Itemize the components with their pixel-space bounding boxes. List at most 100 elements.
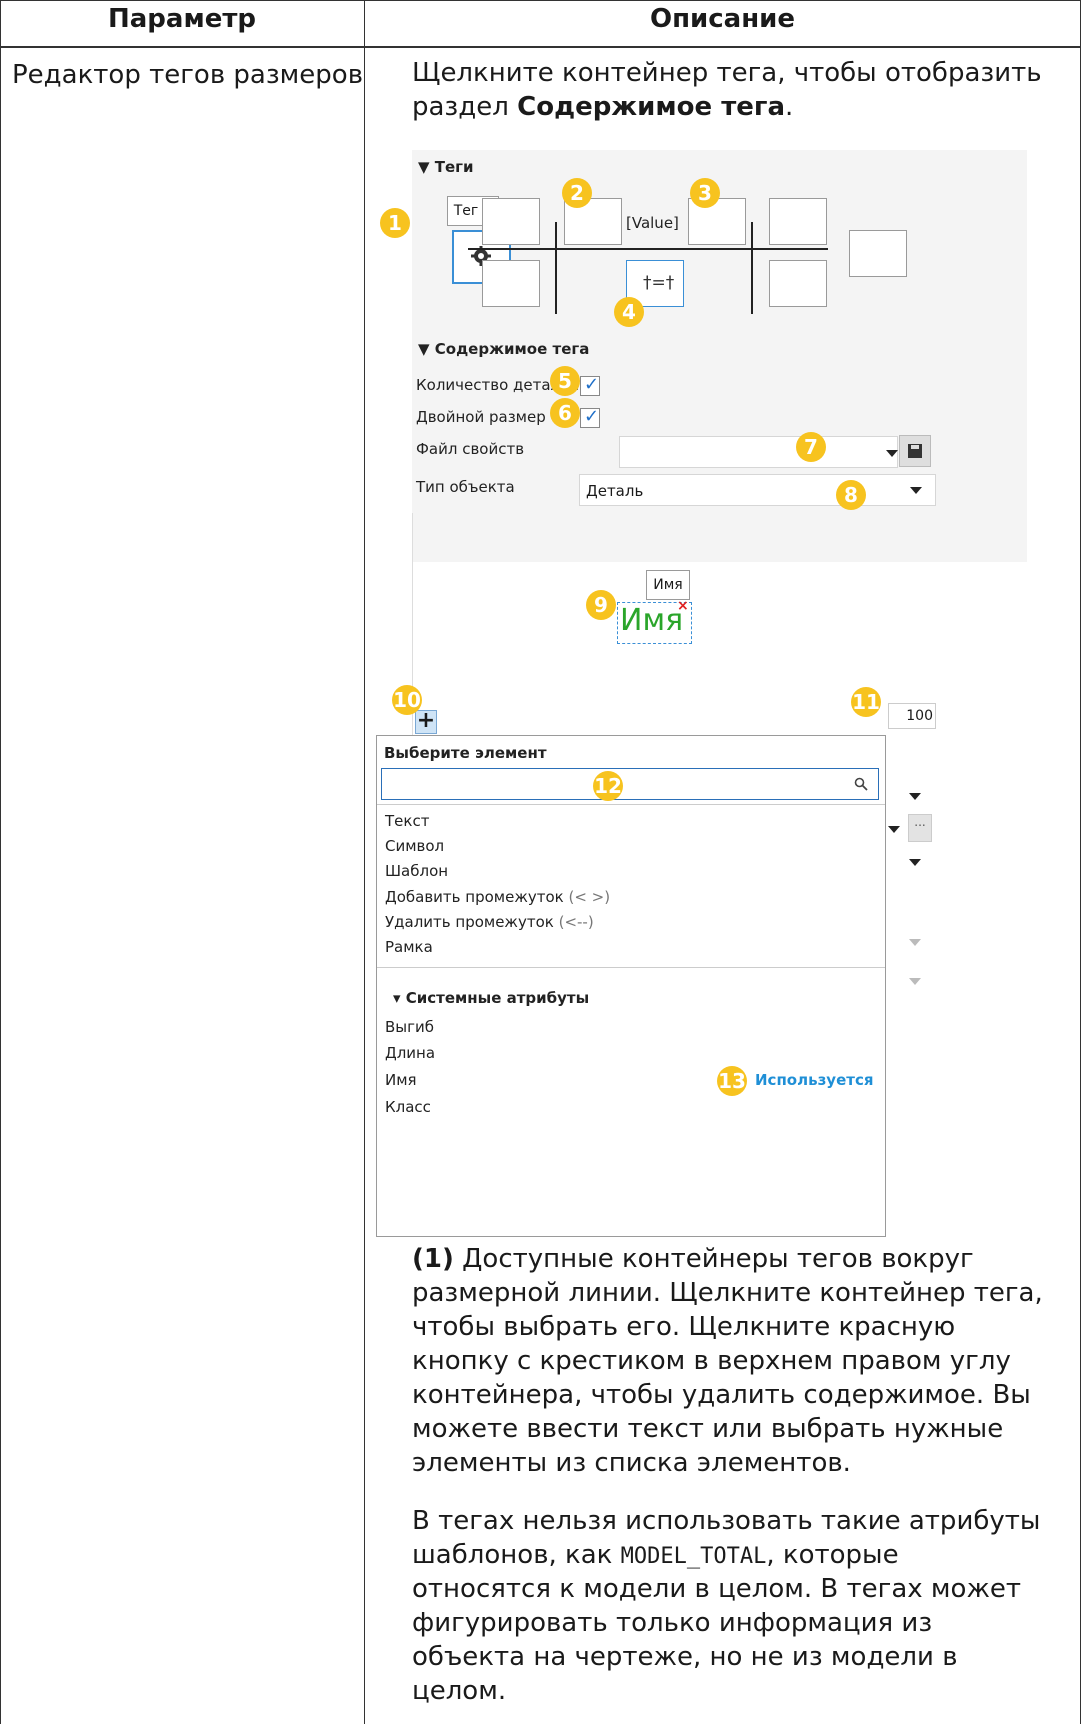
table-border-left xyxy=(0,0,1,1724)
paragraph-2-suffix: , которые xyxy=(766,1540,899,1570)
intro-bold-section: Содержимое тега xyxy=(517,92,786,122)
chevron-down-icon xyxy=(909,859,921,866)
paragraph-1-line-2: размерной линии. Щелкните контейнер тега… xyxy=(412,1278,1043,1308)
check-icon: ✓ xyxy=(584,406,600,427)
value-placeholder: [Value] xyxy=(626,214,679,232)
name-preview-text: Имя xyxy=(620,603,684,638)
chevron-down-icon xyxy=(909,793,921,800)
element-item-template[interactable]: Шаблон xyxy=(385,862,448,880)
paragraph-1-line-4: кнопку с крестиком в верхнем правом углу xyxy=(412,1346,1011,1376)
intro-prefix: раздел xyxy=(412,92,518,122)
header-description: Описание xyxy=(649,4,796,34)
dimension-tag-editor-screenshot: ▼ Теги Тег B × [Value] xyxy=(376,150,1027,1237)
badge-5: 5 xyxy=(550,366,580,396)
column-divider xyxy=(364,0,365,1724)
badge-9: 9 xyxy=(586,590,616,620)
part-count-checkbox[interactable]: ✓ xyxy=(580,374,600,396)
badge-8: 8 xyxy=(836,480,866,510)
tag-container-end[interactable] xyxy=(849,230,907,277)
paragraph-1-line-1: (1) Доступные контейнеры тегов вокруг xyxy=(412,1242,974,1276)
paragraph-1-line-3: чтобы выбрать его. Щелкните красную xyxy=(412,1312,956,1342)
zoom-value: 100 % xyxy=(906,708,933,724)
chevron-down-icon xyxy=(910,487,922,494)
element-item-text[interactable]: Текст xyxy=(385,812,429,830)
badge-12: 12 xyxy=(593,771,623,801)
system-attributes-header[interactable]: ▾ Системные атрибуты xyxy=(393,989,589,1007)
object-type-value: Деталь xyxy=(586,482,644,500)
badge-1: 1 xyxy=(380,208,410,238)
properties-file-label: Файл свойств xyxy=(416,440,525,458)
dimension-line xyxy=(468,248,828,250)
dimension-extension-right xyxy=(751,222,753,314)
attr-item-name[interactable]: Имя xyxy=(385,1071,417,1089)
badge-6: 6 xyxy=(550,398,580,428)
element-item-symbol[interactable]: Символ xyxy=(385,837,444,855)
table-border-top xyxy=(0,0,1081,1)
attr-item-class[interactable]: Класс xyxy=(385,1098,431,1116)
element-item-frame[interactable]: Рамка xyxy=(385,938,433,956)
chevron-down-icon xyxy=(909,939,921,946)
insert-element-icon: †=† xyxy=(643,273,675,293)
element-item-add-space[interactable]: Добавить промежуток (< >) xyxy=(385,888,610,906)
save-properties-button[interactable] xyxy=(899,435,931,467)
intro-line-1: Щелкните контейнер тега, чтобы отобразит… xyxy=(412,58,1042,88)
model-total-code: MODEL_TOTAL xyxy=(620,1544,767,1569)
badge-10: 10 xyxy=(392,685,422,715)
attr-item-bend[interactable]: Выгиб xyxy=(385,1018,434,1036)
picker-divider xyxy=(377,967,885,968)
tag-container-bottom-right[interactable] xyxy=(769,260,827,307)
paragraph-2-line-3: относятся к модели в целом. В тегах може… xyxy=(412,1574,1022,1604)
header-divider xyxy=(0,46,1081,48)
attr-item-length[interactable]: Длина xyxy=(385,1044,435,1062)
save-icon xyxy=(908,444,922,458)
tag-content-section-header: ▼ Содержимое тега xyxy=(418,340,590,358)
chevron-down-icon xyxy=(909,978,921,985)
paragraph-2-line-5: объекта на чертеже, но не из модели в xyxy=(412,1642,958,1672)
badge-2: 2 xyxy=(562,178,592,208)
properties-file-select[interactable] xyxy=(619,436,898,468)
paragraph-2-line-1: В тегах нельзя использовать такие атрибу… xyxy=(412,1506,1041,1536)
picker-title: Выберите элемент xyxy=(384,744,547,762)
element-picker-dropdown: Выберите элемент 12 Текст Символ Шаблон … xyxy=(376,735,886,1237)
zoom-field[interactable]: 100 % xyxy=(888,703,936,729)
badge-4: 4 xyxy=(614,297,644,327)
chevron-down-icon xyxy=(888,826,900,833)
dimension-extension-left xyxy=(555,222,557,314)
browse-button[interactable]: ... xyxy=(908,814,932,842)
search-icon xyxy=(854,777,868,791)
object-type-select[interactable]: Деталь xyxy=(579,474,936,506)
paragraph-1-line-7: элементы из списка элементов. xyxy=(412,1448,851,1478)
tags-section-header: ▼ Теги xyxy=(418,158,474,176)
double-dimension-label: Двойной размер xyxy=(416,408,546,426)
picker-divider xyxy=(377,804,885,805)
remove-space-hint: (<--) xyxy=(558,913,594,931)
chevron-down-icon xyxy=(886,450,898,457)
add-element-button[interactable]: + xyxy=(415,710,437,734)
element-item-remove-space[interactable]: Удалить промежуток (<--) xyxy=(385,913,594,931)
add-space-label: Добавить промежуток xyxy=(385,888,564,906)
name-tag-label: Имя xyxy=(653,577,683,593)
element-search-input[interactable] xyxy=(381,768,879,800)
used-indicator: Используется xyxy=(755,1071,874,1089)
header-parameter: Параметр xyxy=(107,4,257,34)
tag-container-top-left[interactable] xyxy=(482,198,540,245)
name-tag-label-box[interactable]: Имя xyxy=(646,570,690,600)
check-icon: ✓ xyxy=(584,374,600,395)
paragraph-2-line-6: целом. xyxy=(412,1676,507,1706)
paragraph-2-line-2: шаблонов, как MODEL_TOTAL, которые xyxy=(412,1538,899,1574)
intro-line-2: раздел Содержимое тега. xyxy=(412,90,793,124)
badge-11: 11 xyxy=(851,687,881,717)
tag-container-bottom-left[interactable] xyxy=(482,260,540,307)
tag-container-top-right[interactable] xyxy=(769,198,827,245)
double-dimension-checkbox[interactable]: ✓ xyxy=(580,406,600,428)
intro-suffix: . xyxy=(785,92,794,122)
paragraph-1-text: Доступные контейнеры тегов вокруг xyxy=(453,1244,974,1274)
add-space-hint: (< >) xyxy=(568,888,611,906)
object-type-label: Тип объекта xyxy=(416,478,515,496)
paragraph-1-line-6: можете ввести текст или выбрать нужные xyxy=(412,1414,1004,1444)
delete-content-icon[interactable]: × xyxy=(677,598,689,614)
parameter-name: Редактор тегов размеров xyxy=(12,60,364,90)
paragraph-1-line-5: контейнера, чтобы удалить содержимое. Вы xyxy=(412,1380,1031,1410)
badge-3: 3 xyxy=(690,178,720,208)
paragraph-2-line-4: фигурировать только информация из xyxy=(412,1608,933,1638)
